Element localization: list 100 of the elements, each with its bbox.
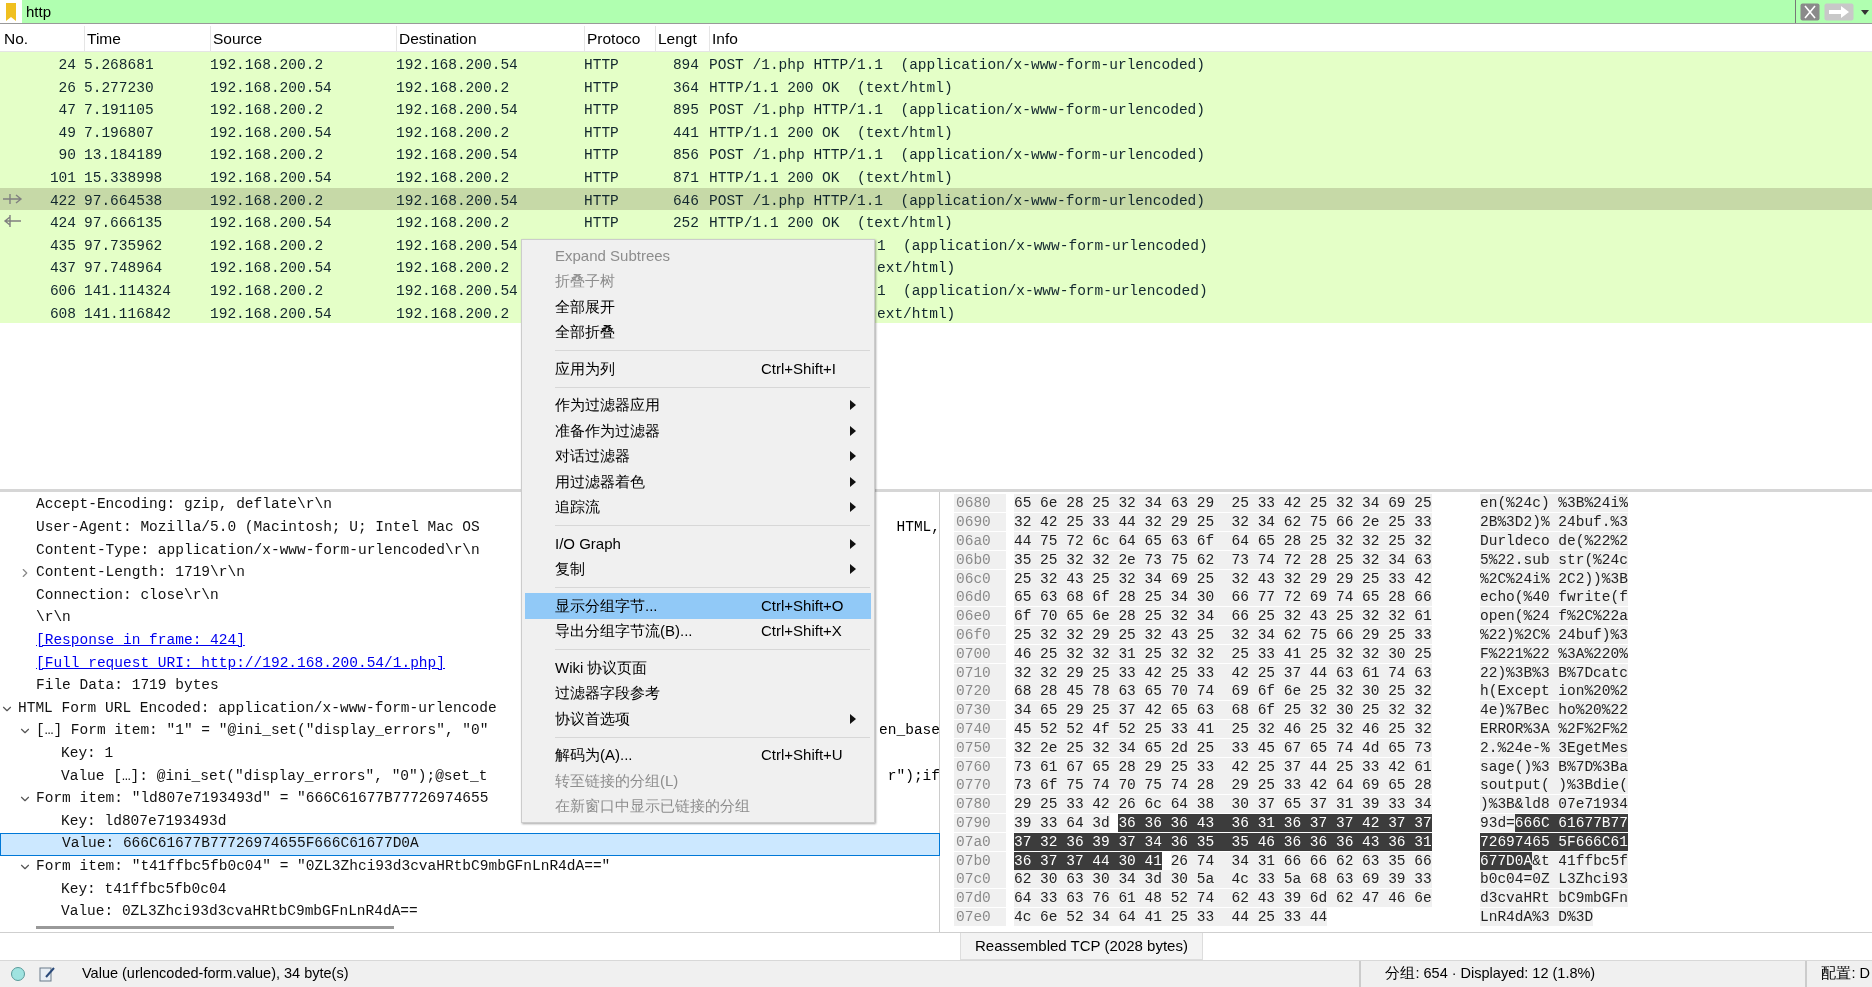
packet-row[interactable]: 422 97.664538 192.168.200.2 192.168.200.54 HTTP 646 POST /1.php HTTP/1.1 (application/x-www-form-urlencoded)	[0, 187, 1872, 211]
menu-item[interactable]: Wiki 协议页面	[525, 655, 871, 681]
ascii-text[interactable]: en(%24c) %3B%24i%	[1480, 494, 1628, 513]
menu-item[interactable]: 复制	[525, 556, 871, 582]
menu-item[interactable]: 显示分组字节... Ctrl+Shift+O	[525, 593, 871, 619]
packet-number: 26	[58, 79, 76, 96]
packet-row[interactable]: 101 15.338998 192.168.200.54 192.168.200.2 HTTP 871 HTTP/1.1 200 OK (text/html)	[0, 164, 1872, 188]
hex-bytes[interactable]: 46 25 32 32 31 25 32 32 25 33 41 25 32 32 30 25	[1014, 644, 1432, 663]
hex-bytes[interactable]: 62 30 63 30 34 3d 30 5a 4c 33 5a 68 63 69 39 33	[1014, 870, 1432, 889]
ascii-text[interactable]: F%221%22 %3A%220%	[1480, 644, 1628, 663]
ascii-text[interactable]: 2.%24e-% 3EgetMes	[1480, 738, 1628, 757]
ascii-text[interactable]: h(Except ion%20%2	[1480, 682, 1628, 701]
ascii-text[interactable]: sage()%3 B%7D%3Ba	[1480, 757, 1628, 776]
selected-row-highlight[interactable]: Value: 666C61677B77726974655F666C61677D0A	[0, 832, 940, 856]
hex-bytes[interactable]: 4c 6e 52 34 64 41 25 33 44 25 33 44	[1014, 907, 1328, 926]
detail-text: Value: 666C61677B77726974655F666C61677D0A	[62, 834, 419, 854]
packet-row[interactable]: 90 13.184189 192.168.200.2 192.168.200.54 HTTP 856 POST /1.php HTTP/1.1 (application/x-www-form-urlencoded)	[0, 142, 1872, 165]
ascii-text[interactable]: 2B%3D2)% 24buf.%3	[1480, 513, 1628, 532]
menu-item[interactable]: 作为过滤器应用	[525, 392, 871, 418]
ascii-text[interactable]: &t 41ffbc5f	[1532, 851, 1628, 870]
hex-bytes[interactable]: 73 6f 75 74 70 75 74 28 29 25 33 42 64 69 65 28	[1014, 776, 1432, 795]
packet-row[interactable]: 26 5.277230 192.168.200.54 192.168.200.2 HTTP 364 HTTP/1.1 200 OK (text/html)	[0, 74, 1872, 98]
menu-item[interactable]: I/O Graph	[525, 531, 871, 557]
hex-bytes[interactable]: 32 32 29 25 33 42 25 33 42 25 37 44 63 61 74 63	[1014, 663, 1432, 682]
hex-offset: 07d0	[954, 889, 1006, 908]
hex-bytes[interactable]: 45 52 52 4f 52 25 33 41 25 32 46 25 32 46 25 32	[1014, 719, 1432, 738]
ascii-text[interactable]: echo(%40 fwrite(f	[1480, 588, 1628, 607]
hex-bytes[interactable]: 73 61 67 65 28 29 25 33 42 25 37 44 25 33 42 61	[1014, 757, 1432, 776]
status-field-text: Value (urlencoded-form.value), 34 byte(s)	[82, 964, 349, 984]
hex-bytes[interactable]: 44 75 72 6c 64 65 63 6f 64 65 28 25 32 32 25 32	[1014, 532, 1432, 550]
hex-bytes[interactable]: 37 32 36 39 37 34 36 35 35 46 36 36 36 43 36 31	[1014, 832, 1432, 851]
packet-destination: 192.168.200.54	[396, 282, 518, 299]
packet-protocol: HTTP	[584, 57, 619, 73]
ascii-text[interactable]: 4e)%7Bec ho%20%22	[1480, 701, 1628, 720]
hex-bytes[interactable]: 36 37 37 44 30 41	[1014, 851, 1162, 870]
hex-bytes[interactable]: 32 42 25 33 44 32 29 25 32 34 62 75 66 2e 25 33	[1014, 513, 1432, 532]
ascii-text[interactable]: soutput( )%3Bdie(	[1480, 776, 1628, 795]
ascii-text[interactable]: b0c04=0Z L3Zhci93	[1480, 870, 1628, 889]
hex-bytes[interactable]: 36 36 36 43 36 31 36 37 37 42 37 37	[1118, 813, 1432, 832]
ascii-text[interactable]: 666C 61677B77	[1514, 813, 1628, 832]
hex-bytes[interactable]: 65 63 68 6f 28 25 34 30 66 77 72 69 74 65 28 66	[1014, 588, 1432, 607]
hex-bytes[interactable]: 32 2e 25 32 34 65 2d 25 33 45 67 65 74 4d 65 73	[1014, 738, 1432, 757]
display-filter-field[interactable]: http	[22, 0, 1795, 23]
ascii-text[interactable]: LnR4dA%3 D%3D	[1480, 907, 1594, 926]
detail-text: Connection: close\r\n	[36, 585, 219, 605]
ascii-text[interactable]: open(%24 f%2C%22a	[1480, 607, 1628, 626]
hex-bytes[interactable]: 29 25 33 42 26 6c 64 38 30 37 65 37 31 39 33 34	[1014, 795, 1432, 814]
ascii-text[interactable]: ERROR%3A %2F%2F%2	[1480, 719, 1628, 738]
menu-item[interactable]: 过滤器字段参考	[525, 680, 871, 706]
ascii-text[interactable]: d3cvaHRt bC9mbGFn	[1480, 889, 1628, 908]
packet-row[interactable]: 424 97.666135 192.168.200.54 192.168.200.2 HTTP 252 HTTP/1.1 200 OK (text/html)	[0, 210, 1872, 233]
hex-bytes[interactable]: 35 25 32 32 2e 73 75 62 73 74 72 28 25 32 34 63	[1014, 550, 1432, 569]
hex-offset: 06d0	[954, 588, 1006, 607]
ascii-text[interactable]: %2C%24i% 2C2))%3B	[1480, 569, 1628, 588]
menu-item[interactable]: 导出分组字节流(B)... Ctrl+Shift+X	[525, 618, 871, 644]
hex-bytes[interactable]: 25 32 32 29 25 32 43 25 32 34 62 75 66 29 25 33	[1014, 625, 1432, 644]
menu-item[interactable]: 应用为列 Ctrl+Shift+I	[525, 356, 871, 382]
menu-item[interactable]: 解码为(A)... Ctrl+Shift+U	[525, 742, 871, 768]
detail-link[interactable]: [Full request URI: http://192.168.200.54/1.php]	[36, 652, 445, 675]
packet-length: 856	[672, 147, 699, 164]
hex-bytes[interactable]: 6f 70 65 6e 28 25 32 34 66 25 32 43 25 32 32 61	[1014, 607, 1432, 626]
ascii-text[interactable]: 93d=	[1480, 813, 1515, 832]
hex-bytes[interactable]: 64 33 63 76 61 48 52 74 62 43 39 6d 62 47 46 6e	[1014, 889, 1432, 908]
packet-destination: 192.168.200.54	[396, 147, 518, 164]
scrollbar-thumb[interactable]	[36, 926, 394, 929]
ascii-text[interactable]: 5%22.sub str(%24c	[1480, 550, 1628, 569]
byte-source-tab[interactable]: Reassembled TCP (2028 bytes)	[960, 933, 1203, 960]
pencil-icon[interactable]	[38, 965, 56, 983]
ascii-text[interactable]: Durldeco de(%22%2	[1480, 532, 1628, 550]
detail-text: Content-Length: 1719\r\n	[36, 563, 245, 583]
hex-bytes[interactable]: 65 6e 28 25 32 34 63 29 25 33 42 25 32 34 69 25	[1014, 494, 1432, 513]
hex-bytes[interactable]: 26 74 34 31 66 66 62 63 35 66	[1170, 851, 1432, 870]
packet-number: 24	[58, 57, 76, 73]
menu-item[interactable]: 追踪流	[525, 494, 871, 520]
hex-bytes[interactable]: 68 28 45 78 63 65 70 74 69 6f 6e 25 32 30 25 32	[1014, 682, 1432, 701]
packet-row[interactable]: 49 7.196807 192.168.200.54 192.168.200.2 HTTP 441 HTTP/1.1 200 OK (text/html)	[0, 119, 1872, 143]
packet-row[interactable]: 47 7.191105 192.168.200.2 192.168.200.54 HTTP 895 POST /1.php HTTP/1.1 (application/x-www-form-urlencoded)	[0, 97, 1872, 120]
close-icon[interactable]	[1800, 2, 1820, 21]
menu-item[interactable]: 准备作为过滤器	[525, 418, 871, 444]
menu-item[interactable]: 用过滤器着色	[525, 469, 871, 495]
ascii-text[interactable]: 22)%3B%3 B%7Dcatc	[1480, 663, 1628, 682]
packet-row[interactable]: 24 5.268681 192.168.200.2 192.168.200.54 HTTP 894 POST /1.php HTTP/1.1 (application/x-www-form-urlencoded)	[0, 52, 1872, 75]
packet-source: 192.168.200.54	[210, 79, 332, 96]
menu-item[interactable]: 对话过滤器	[525, 443, 871, 469]
column-header[interactable]: No.	[0, 26, 84, 52]
hex-bytes[interactable]: 39 33 64 3d	[1014, 813, 1110, 832]
detail-link[interactable]: [Response in frame: 424]	[36, 630, 245, 652]
menu-item[interactable]: 协议首选项	[525, 706, 871, 732]
packet-length: 895	[672, 102, 699, 119]
ascii-text[interactable]: 72697465 5F666C61	[1480, 832, 1628, 851]
hex-offset: 06a0	[954, 532, 1006, 550]
ascii-text[interactable]: )%3B&ld8 07e71934	[1480, 795, 1628, 814]
packet-info: 1 (application/x-www-form-urlencoded)	[877, 282, 1208, 299]
ascii-text[interactable]: %22)%2C% 24buf)%3	[1480, 625, 1628, 644]
hex-bytes[interactable]: 34 65 29 25 37 42 65 63 68 6f 25 32 30 25 32 32	[1014, 701, 1432, 720]
packet-number: 90	[58, 147, 76, 164]
status-circle-icon[interactable]	[10, 966, 26, 982]
hex-bytes[interactable]: 25 32 43 25 32 34 69 25 32 43 32 29 29 25 33 42	[1014, 569, 1432, 588]
hex-offset: 0780	[954, 795, 1006, 814]
packet-info: ext/html)	[877, 305, 956, 322]
